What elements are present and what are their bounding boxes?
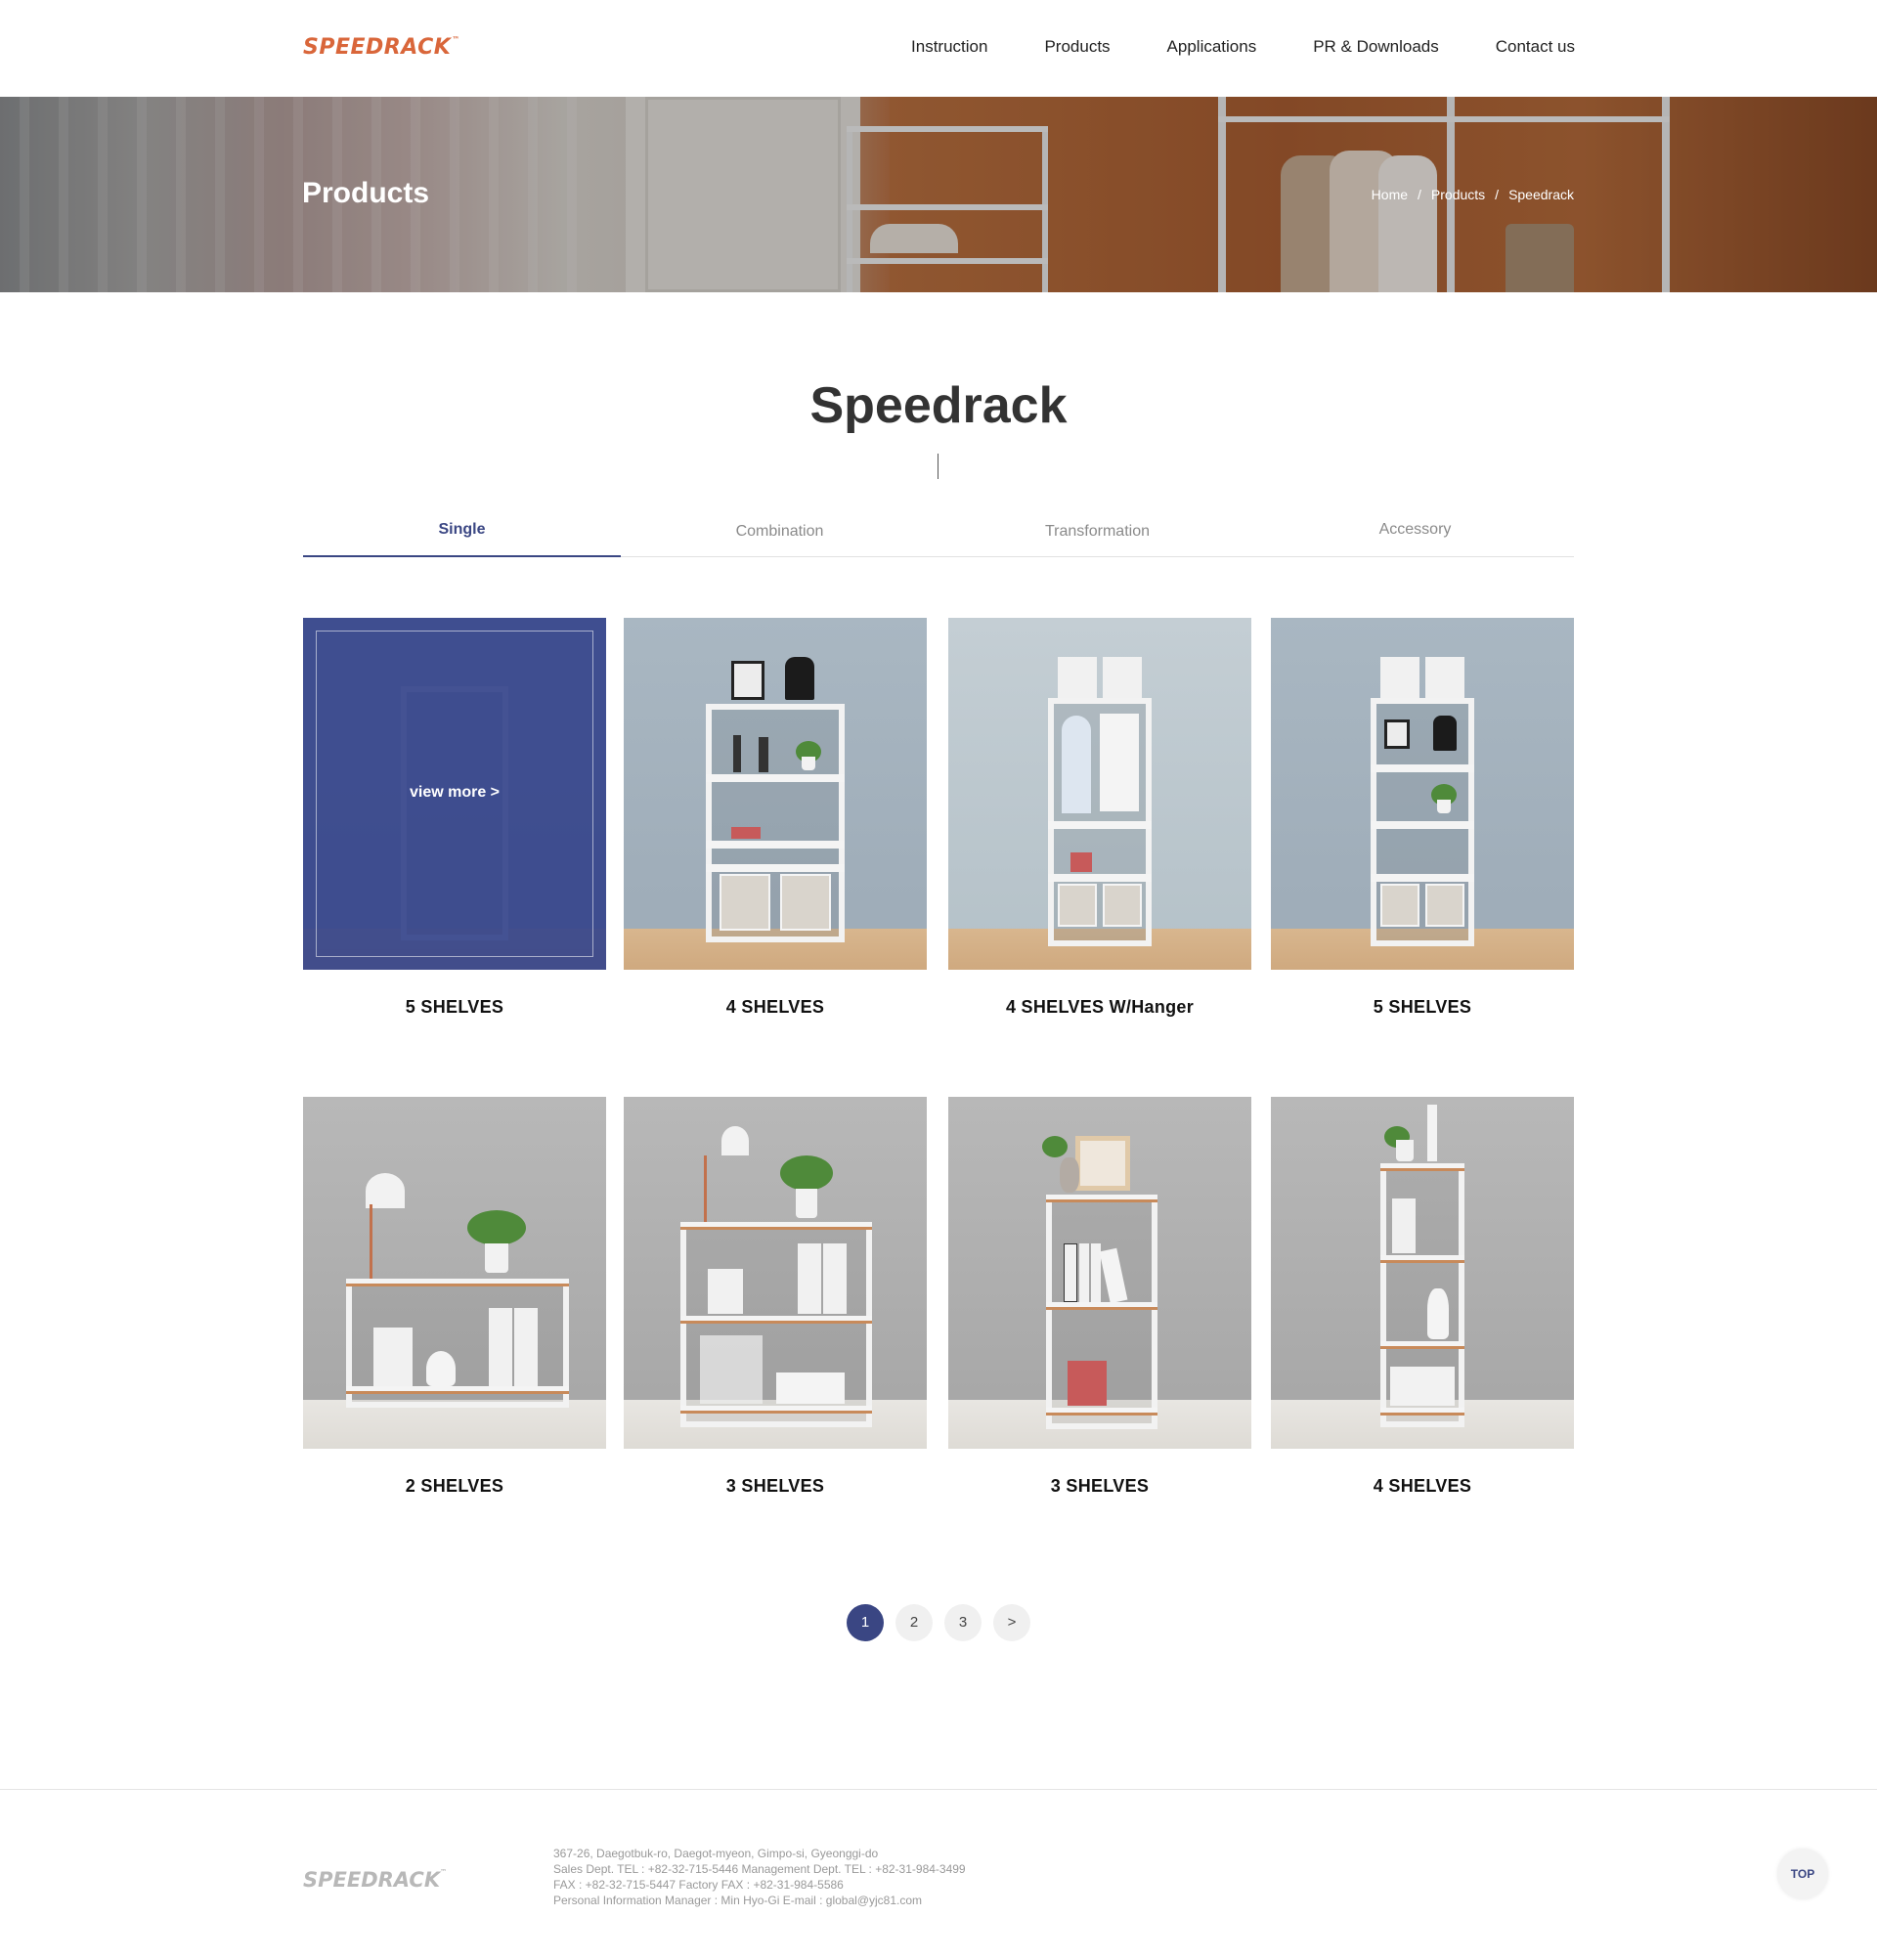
logo-text: SPEEDRACK [303,35,452,60]
footer-phone: Sales Dept. TEL : +82-32-715-5446 Manage… [553,1862,966,1876]
breadcrumb-separator: / [1418,187,1421,202]
product-image[interactable]: view more > [303,618,606,970]
logo-tm: ™ [452,35,460,44]
tab-single[interactable]: Single [303,518,621,557]
section-title: Speedrack [809,377,1068,434]
product-card[interactable]: 3 SHELVES [948,1097,1251,1497]
product-name[interactable]: 4 SHELVES [624,997,927,1018]
page-3-button[interactable]: 3 [944,1604,982,1641]
product-name[interactable]: 5 SHELVES [1271,997,1574,1018]
category-tabs: Single Combination Transformation Access… [303,518,1574,557]
product-name[interactable]: 2 SHELVES [303,1476,606,1497]
product-image[interactable] [303,1097,606,1449]
product-card[interactable]: 2 SHELVES [303,1097,606,1497]
footer-logo[interactable]: SPEEDRACK™ [303,1868,447,1892]
breadcrumb-products[interactable]: Products [1431,187,1485,202]
nav-instruction[interactable]: Instruction [911,37,987,57]
breadcrumb: Home / Products / Speedrack [1372,187,1574,202]
next-page-button[interactable]: > [993,1604,1030,1641]
product-image[interactable] [624,618,927,970]
product-image[interactable] [1271,618,1574,970]
breadcrumb-current: Speedrack [1508,187,1574,202]
tab-transformation[interactable]: Transformation [938,518,1256,556]
company-info: 367-26, Daegotbuk-ro, Daegot-myeon, Gimp… [553,1846,966,1908]
product-card[interactable]: 4 SHELVES W/Hanger [948,618,1251,1018]
site-footer: SPEEDRACK™ 367-26, Daegotbuk-ro, Daegot-… [0,1789,1877,1960]
product-image[interactable] [1271,1097,1574,1449]
footer-logo-tm: ™ [440,1868,448,1876]
product-name[interactable]: 5 SHELVES [303,997,606,1018]
product-name[interactable]: 3 SHELVES [624,1476,927,1497]
pagination: 1 2 3 > [847,1604,1030,1641]
product-image[interactable] [948,1097,1251,1449]
footer-fax: FAX : +82-32-715-5447 Factory FAX : +82-… [553,1878,844,1892]
product-image[interactable] [624,1097,927,1449]
footer-contact: Personal Information Manager : Min Hyo-G… [553,1894,922,1907]
product-image[interactable] [948,618,1251,970]
page-banner: Products Home / Products / Speedrack [0,97,1877,292]
view-more-link[interactable]: view more > [303,784,606,802]
product-name[interactable]: 4 SHELVES [1271,1476,1574,1497]
nav-contact-us[interactable]: Contact us [1496,37,1575,57]
page-1-button[interactable]: 1 [847,1604,884,1641]
nav-pr-downloads[interactable]: PR & Downloads [1313,37,1439,57]
tab-accessory[interactable]: Accessory [1256,518,1574,556]
product-card[interactable]: 4 SHELVES [624,618,927,1018]
site-header: SPEEDRACK™ Instruction Products Applicat… [0,0,1877,97]
site-logo[interactable]: SPEEDRACK™ [303,35,460,60]
tab-combination[interactable]: Combination [621,518,938,556]
footer-logo-text: SPEEDRACK [303,1868,441,1892]
product-name[interactable]: 3 SHELVES [948,1476,1251,1497]
page-title: Products [302,177,430,209]
scroll-top-button[interactable]: TOP [1777,1849,1828,1899]
footer-address: 367-26, Daegotbuk-ro, Daegot-myeon, Gimp… [553,1847,879,1860]
product-card[interactable]: 4 SHELVES [1271,1097,1574,1497]
product-name[interactable]: 4 SHELVES W/Hanger [948,997,1251,1018]
nav-applications[interactable]: Applications [1167,37,1257,57]
breadcrumb-home[interactable]: Home [1372,187,1408,202]
product-card[interactable]: 5 SHELVES [1271,618,1574,1018]
product-card[interactable]: 3 SHELVES [624,1097,927,1497]
page-2-button[interactable]: 2 [895,1604,933,1641]
nav-products[interactable]: Products [1044,37,1110,57]
breadcrumb-separator: / [1495,187,1500,202]
product-card[interactable]: view more > 5 SHELVES [303,618,606,1018]
main-nav: Instruction Products Applications PR & D… [854,37,1575,57]
